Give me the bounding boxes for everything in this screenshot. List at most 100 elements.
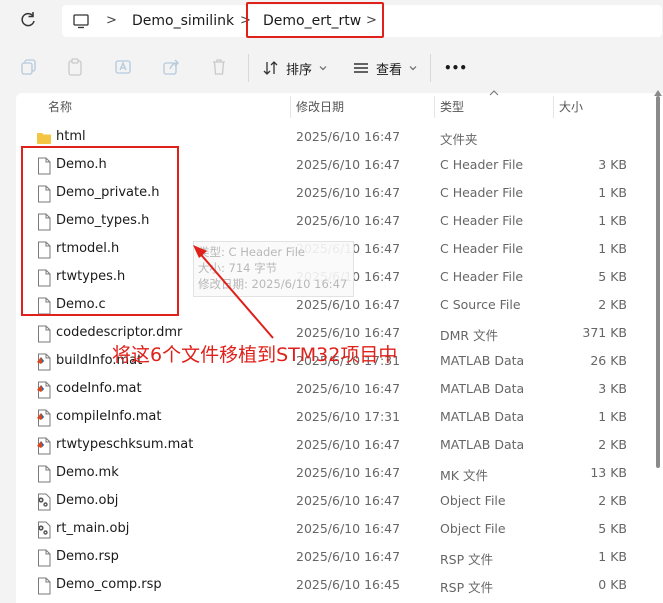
share-icon[interactable] bbox=[162, 58, 180, 76]
chevron-down-icon bbox=[319, 66, 327, 71]
file-row[interactable]: codeInfo.mat 2025/6/10 16:47 MATLAB Data 3 … bbox=[16, 375, 651, 403]
computer-icon[interactable] bbox=[72, 12, 90, 30]
file-size: 371 KB bbox=[582, 325, 627, 340]
selected-files-highlight-box bbox=[21, 146, 179, 316]
file-size: 13 KB bbox=[590, 465, 627, 480]
breadcrumb-item-demo-similink[interactable]: Demo_similink bbox=[132, 12, 234, 30]
file-row[interactable]: rt_main.obj 2025/6/10 16:47 Object File 5 K… bbox=[16, 515, 651, 543]
sort-icon bbox=[263, 61, 278, 75]
file-modified-date: 2025/6/10 16:47 bbox=[296, 297, 401, 312]
view-list-icon bbox=[354, 63, 368, 73]
sort-label: 排序 bbox=[286, 62, 313, 78]
chevron-right-icon[interactable]: > bbox=[106, 12, 117, 30]
file-type: C Header File bbox=[440, 241, 524, 256]
column-divider[interactable] bbox=[553, 96, 554, 118]
file-size: 5 KB bbox=[598, 521, 627, 536]
file-name: rtwtypeschksum.mat bbox=[56, 437, 194, 452]
file-name: html bbox=[56, 129, 86, 144]
file-type: Object File bbox=[440, 493, 506, 508]
file-row[interactable]: rtwtypeschksum.mat 2025/6/10 16:47 MATLAB … bbox=[16, 431, 651, 459]
file-type: C Header File bbox=[440, 269, 524, 284]
paste-icon[interactable] bbox=[66, 58, 84, 76]
column-header-size[interactable]: 大小 bbox=[559, 98, 583, 115]
file-name: Demo.rsp bbox=[56, 549, 119, 564]
file-modified-date: 2025/6/10 16:47 bbox=[296, 325, 401, 340]
file-row[interactable]: compileInfo.mat 2025/6/10 17:31 MATLAB Dat… bbox=[16, 403, 651, 431]
view-button[interactable]: 查看 bbox=[352, 58, 418, 78]
file-type: C Header File bbox=[440, 185, 524, 200]
file-type: C Header File bbox=[440, 157, 524, 172]
file-type: RSP 文件 bbox=[440, 552, 494, 567]
file-icon bbox=[36, 549, 52, 567]
file-type: MATLAB Data bbox=[440, 409, 525, 424]
file-modified-date: 2025/6/10 16:47 bbox=[296, 549, 401, 564]
file-name: codeInfo.mat bbox=[56, 381, 142, 396]
file-modified-date: 2025/6/10 16:47 bbox=[296, 465, 401, 480]
file-modified-date: 2025/6/10 16:47 bbox=[296, 185, 401, 200]
matlab-file-icon bbox=[36, 353, 52, 371]
file-row[interactable]: Demo_comp.rsp 2025/6/10 16:45 RSP 文件 0 KB bbox=[16, 571, 651, 599]
file-size: 2 KB bbox=[598, 437, 627, 452]
sort-button[interactable]: 排序 bbox=[262, 58, 328, 78]
file-icon bbox=[36, 325, 52, 343]
refresh-icon[interactable] bbox=[18, 10, 38, 30]
file-size: 2 KB bbox=[598, 493, 627, 508]
file-name: Demo_comp.rsp bbox=[56, 577, 162, 592]
file-name: Demo.obj bbox=[56, 493, 119, 508]
file-modified-date: 2025/6/10 16:47 bbox=[296, 437, 401, 452]
file-modified-date: 2025/6/10 16:47 bbox=[296, 381, 401, 396]
file-size: 1 KB bbox=[598, 185, 627, 200]
column-header-date[interactable]: 修改日期 bbox=[296, 98, 344, 115]
file-icon bbox=[36, 465, 52, 483]
file-size: 2 KB bbox=[598, 297, 627, 312]
file-type: MK 文件 bbox=[440, 468, 488, 483]
file-name: rt_main.obj bbox=[56, 521, 130, 536]
matlab-file-icon bbox=[36, 381, 52, 399]
file-size: 0 KB bbox=[598, 577, 627, 592]
column-divider[interactable] bbox=[434, 96, 435, 118]
file-type: RSP 文件 bbox=[440, 580, 494, 595]
file-name: compileInfo.mat bbox=[56, 409, 162, 424]
folder-icon bbox=[36, 129, 52, 147]
file-size: 3 KB bbox=[598, 157, 627, 172]
toolbar-divider bbox=[430, 54, 431, 82]
toolbar-divider bbox=[248, 54, 249, 82]
more-options-button[interactable]: ••• bbox=[444, 58, 467, 78]
column-header-type[interactable]: 类型 bbox=[440, 98, 464, 115]
file-type: C Source File bbox=[440, 297, 521, 312]
sort-caret-icon bbox=[489, 90, 499, 96]
file-type: MATLAB Data bbox=[440, 437, 525, 452]
file-size: 1 KB bbox=[598, 549, 627, 564]
rename-icon[interactable] bbox=[114, 58, 132, 76]
file-size: 1 KB bbox=[598, 409, 627, 424]
annotation-arrow bbox=[193, 245, 274, 339]
file-size: 1 KB bbox=[598, 241, 627, 256]
file-row[interactable]: Demo.mk 2025/6/10 16:47 MK 文件 13 KB bbox=[16, 459, 651, 487]
matlab-file-icon bbox=[36, 409, 52, 427]
chevron-down-icon bbox=[409, 66, 417, 71]
file-type: C Header File bbox=[440, 213, 524, 228]
copy-icon[interactable] bbox=[20, 58, 38, 76]
column-divider[interactable] bbox=[290, 96, 291, 118]
file-modified-date: 2025/6/10 16:47 bbox=[296, 493, 401, 508]
file-row[interactable]: Demo.rsp 2025/6/10 16:47 RSP 文件 1 KB bbox=[16, 543, 651, 571]
file-type: Object File bbox=[440, 521, 506, 536]
file-size: 26 KB bbox=[590, 353, 627, 368]
column-header-name[interactable]: 名称 bbox=[48, 98, 72, 115]
file-name: codedescriptor.dmr bbox=[56, 325, 183, 340]
file-icon bbox=[36, 577, 52, 595]
file-row[interactable]: Demo.obj 2025/6/10 16:47 Object File 2 KB bbox=[16, 487, 651, 515]
delete-icon[interactable] bbox=[210, 58, 228, 76]
matlab-file-icon bbox=[36, 437, 52, 455]
file-type: DMR 文件 bbox=[440, 328, 499, 343]
scrollbar-thumb[interactable] bbox=[656, 96, 660, 468]
file-name: Demo.mk bbox=[56, 465, 119, 480]
file-modified-date: 2025/6/10 16:47 bbox=[296, 157, 401, 172]
column-header: 名称 修改日期 类型 大小 bbox=[16, 90, 663, 119]
command-bar: 排序 查看 ••• bbox=[0, 40, 663, 96]
file-size: 1 KB bbox=[598, 213, 627, 228]
file-modified-date: 2025/6/10 16:45 bbox=[296, 577, 401, 592]
address-bar: > Demo_similink > Demo_ert_rtw > bbox=[0, 0, 663, 40]
file-type: 文件夹 bbox=[440, 132, 478, 147]
file-modified-date: 2025/6/10 16:47 bbox=[296, 129, 401, 144]
